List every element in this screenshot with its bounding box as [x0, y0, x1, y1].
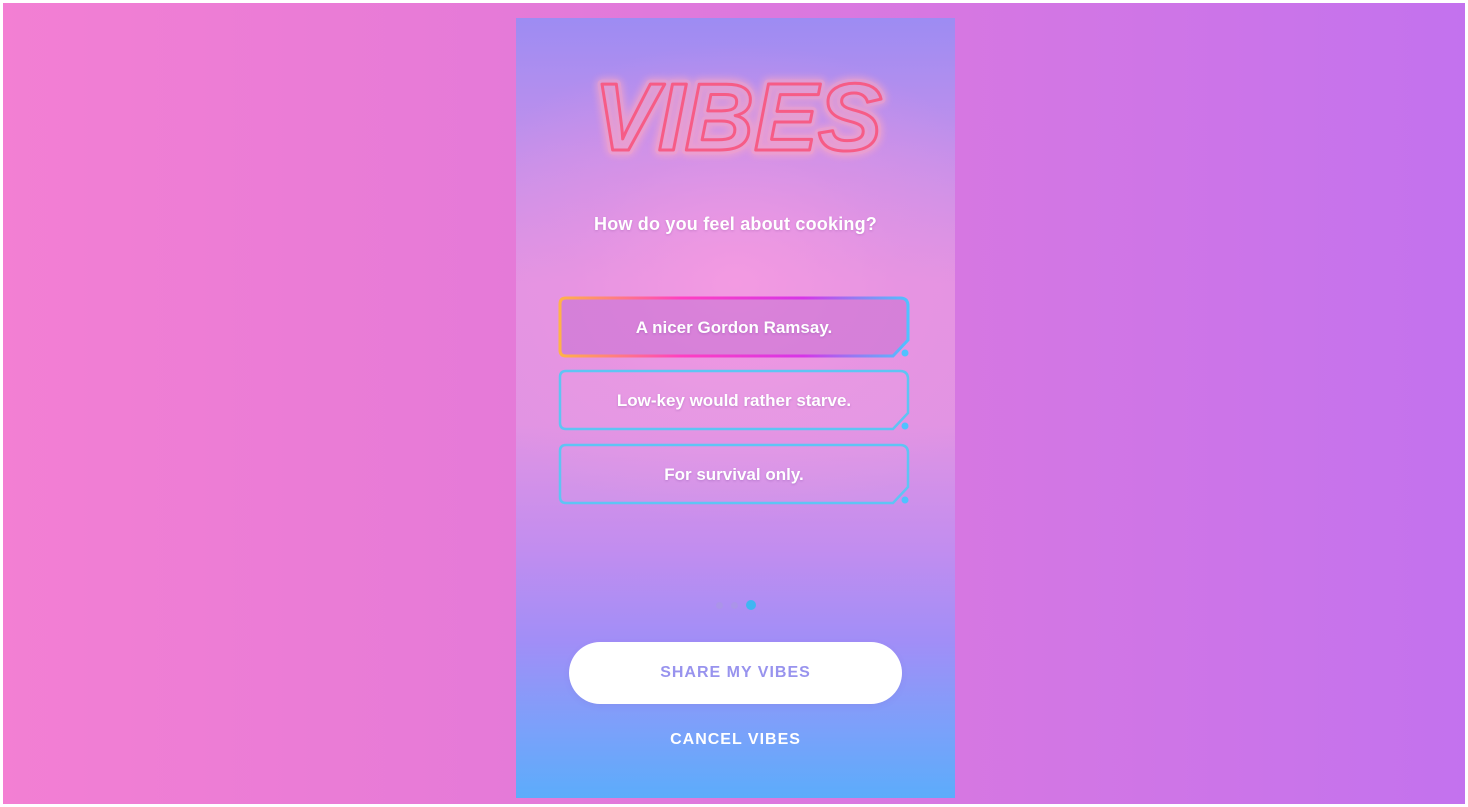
phone-screen: VIBES VIBES How do you feel about cookin…	[516, 18, 955, 798]
option-label: A nicer Gordon Ramsay.	[635, 318, 833, 337]
option-selected[interactable]: A nicer Gordon Ramsay.	[558, 296, 910, 359]
option-label: Low-key would rather starve.	[616, 391, 852, 410]
page-dot-active	[745, 600, 756, 610]
option[interactable]: Low-key would rather starve.	[558, 369, 910, 432]
page-dot	[715, 602, 723, 609]
quiz-question: How do you feel about cooking?	[594, 214, 877, 234]
option[interactable]: For survival only.	[558, 443, 910, 506]
option-label: For survival only.	[664, 465, 804, 484]
page-dot	[730, 602, 738, 609]
vibes-logo: VIBES VIBES	[589, 60, 886, 175]
logo-text: VIBES	[594, 64, 882, 171]
share-my-vibes-button[interactable]: SHARE MY VIBES	[569, 642, 902, 704]
cancel-vibes-button[interactable]: CANCEL VIBES	[516, 730, 955, 750]
pagination-dots	[516, 600, 955, 612]
